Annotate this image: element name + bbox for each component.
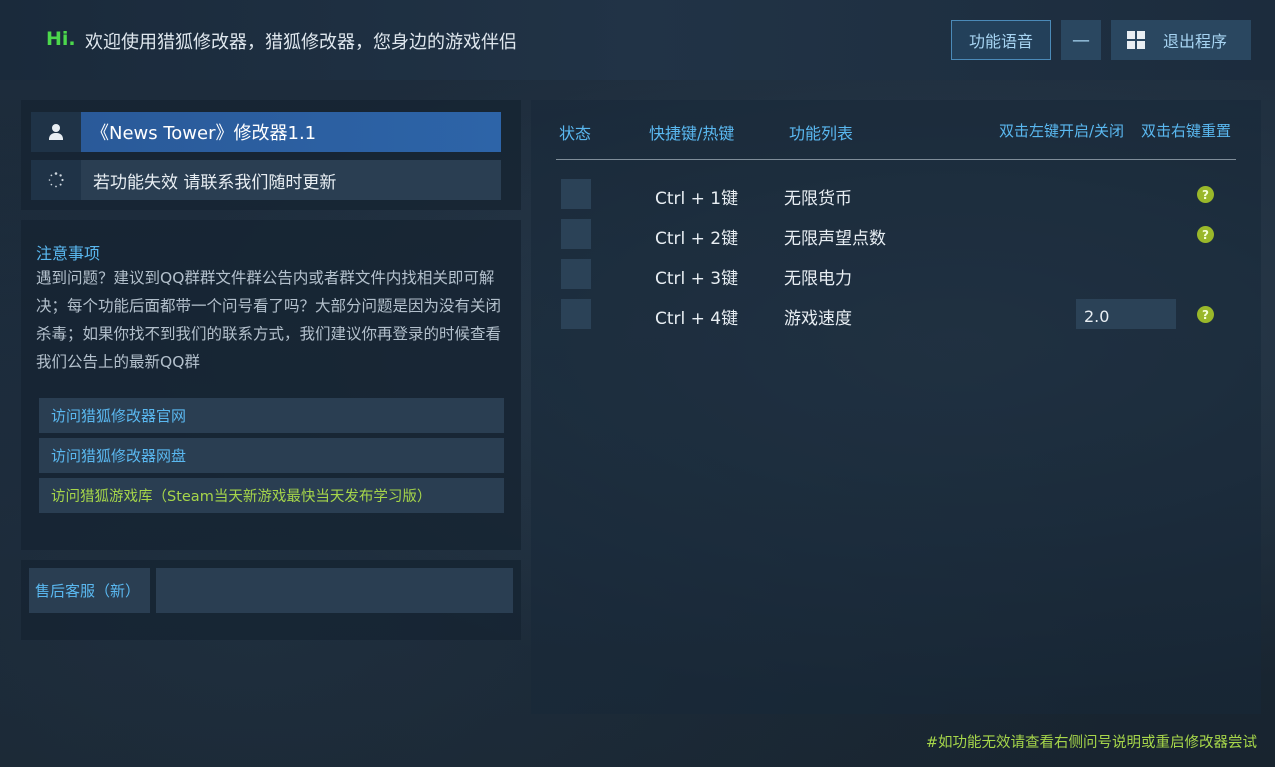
customer-service-button[interactable]: 售后客服（新） — [29, 568, 150, 613]
function-4[interactable]: 游戏速度 — [784, 304, 852, 329]
official-site-link[interactable]: 访问猎狐修改器官网 — [39, 398, 504, 433]
hotkey-2: Ctrl + 2键 — [655, 229, 739, 249]
greeting-hi: Hi. — [46, 28, 76, 50]
help-icon-4[interactable]: ? — [1197, 306, 1214, 323]
windows-icon — [1127, 31, 1145, 49]
help-icon-2[interactable]: ? — [1197, 226, 1214, 243]
hotkey-4: Ctrl + 4键 — [655, 309, 739, 329]
greeting-text: 欢迎使用猎狐修改器，猎狐修改器，您身边的游戏伴侣 — [85, 32, 517, 53]
notes-title: 注意事项 — [36, 244, 101, 263]
help-icon-1[interactable]: ? — [1197, 186, 1214, 203]
game-library-link[interactable]: 访问猎狐游戏库（Steam当天新游戏最快当天发布学习版） — [39, 478, 504, 513]
footer-note: #如功能无效请查看右侧问号说明或重启修改器尝试 — [925, 735, 1257, 751]
status-toggle-3[interactable] — [561, 259, 591, 289]
header-divider — [556, 159, 1236, 160]
user-icon — [31, 112, 81, 152]
header-reset-hint: 双击右键重置 — [1141, 122, 1232, 140]
function-2[interactable]: 无限声望点数 — [784, 224, 886, 249]
header-hotkey: 快捷键/热键 — [649, 124, 735, 143]
status-toggle-4[interactable] — [561, 299, 591, 329]
function-3[interactable]: 无限电力 — [784, 264, 852, 289]
customer-service-field[interactable] — [156, 568, 513, 613]
notes-body: 遇到问题？建议到QQ群群文件群公告内或者群文件内找相关即可解决；每个功能后面都带… — [36, 269, 502, 371]
voice-button[interactable]: 功能语音 — [951, 20, 1051, 60]
hotkey-1: Ctrl + 1键 — [655, 189, 739, 209]
header-toggle-hint: 双击左键开启/关闭 — [999, 122, 1125, 140]
game-title: 《News Tower》修改器1.1 — [81, 112, 501, 152]
header-status: 状态 — [559, 124, 592, 143]
game-subtitle-row: 若功能失效 请联系我们随时更新 — [31, 160, 501, 200]
hotkey-3: Ctrl + 3键 — [655, 269, 739, 289]
loading-icon — [31, 160, 81, 200]
header-function: 功能列表 — [789, 124, 854, 143]
game-title-row: 《News Tower》修改器1.1 — [31, 112, 501, 152]
minimize-button[interactable]: — — [1061, 20, 1101, 60]
status-toggle-1[interactable] — [561, 179, 591, 209]
netdisk-link[interactable]: 访问猎狐修改器网盘 — [39, 438, 504, 473]
exit-button-label: 退出程序 — [1163, 32, 1228, 51]
function-1[interactable]: 无限货币 — [784, 184, 852, 209]
cheat-table-panel — [531, 100, 1261, 714]
game-speed-input[interactable] — [1076, 299, 1176, 329]
exit-button[interactable]: 退出程序 — [1111, 20, 1251, 60]
game-subtitle: 若功能失效 请联系我们随时更新 — [81, 160, 501, 200]
status-toggle-2[interactable] — [561, 219, 591, 249]
header-bar: Hi. 欢迎使用猎狐修改器，猎狐修改器，您身边的游戏伴侣 功能语音 — 退出程序 — [0, 0, 1275, 80]
